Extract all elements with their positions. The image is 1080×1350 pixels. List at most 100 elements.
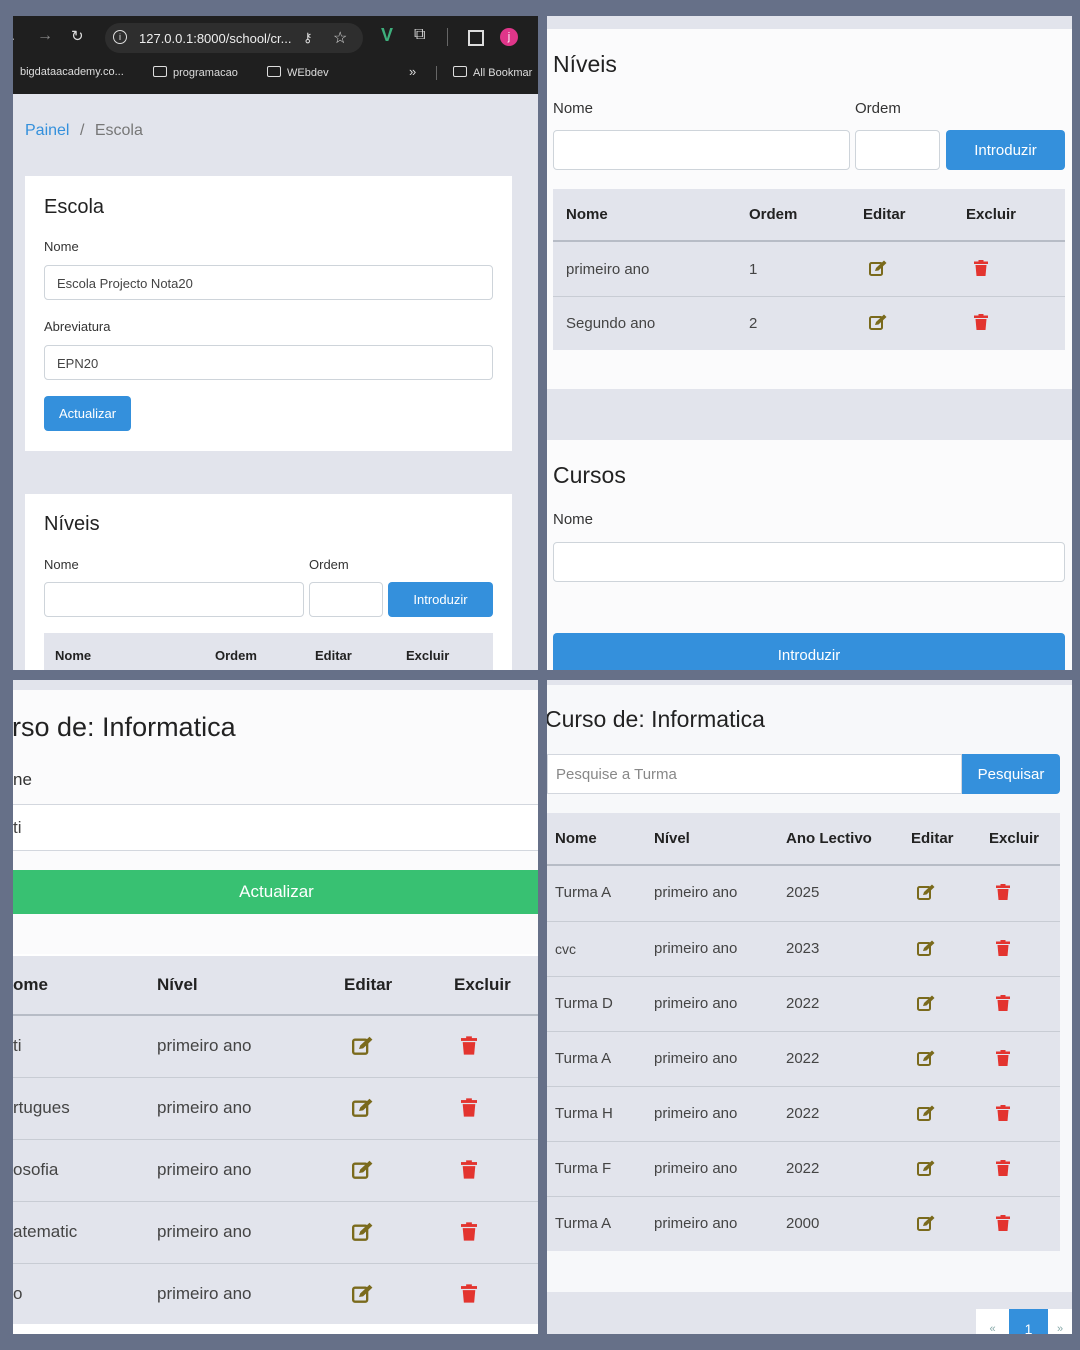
edit-icon[interactable]	[917, 995, 935, 1016]
trash-icon[interactable]	[996, 1215, 1010, 1236]
trash-icon[interactable]	[461, 1098, 477, 1122]
col-ano-lectivo: Ano Lectivo	[786, 830, 872, 847]
edit-icon[interactable]	[352, 1284, 373, 1308]
screenshot-turmas: Curso de: Informatica Pesquise a Turma P…	[547, 680, 1072, 1334]
turma-ano-cell: 2023	[786, 940, 820, 957]
pagination-area: « 1 »	[547, 1292, 1072, 1334]
escola-abreviatura-input[interactable]: EPN20	[44, 345, 493, 380]
edit-icon[interactable]	[917, 940, 935, 961]
introduzir-curso-button[interactable]: Introduzir	[553, 633, 1065, 670]
key-icon[interactable]: ⚷	[303, 30, 313, 46]
table-row: cvc primeiro ano 2023	[547, 922, 1060, 977]
pagination-next[interactable]: »	[1048, 1309, 1072, 1334]
nivel-ordem-input[interactable]	[309, 582, 383, 617]
nivel-nome-input[interactable]	[553, 130, 850, 170]
curso-nome-label: Nome	[553, 511, 594, 528]
abreviatura-label: Abreviatura	[44, 319, 111, 334]
nivel-ordem-cell: 2	[749, 315, 758, 332]
trash-icon[interactable]	[996, 940, 1010, 961]
star-icon[interactable]: ☆	[333, 28, 347, 48]
col-nivel: Nível	[157, 975, 198, 994]
trash-icon[interactable]	[461, 1222, 477, 1246]
turma-ano-cell: 2022	[786, 1050, 820, 1067]
turma-search-input[interactable]: Pesquise a Turma	[547, 754, 962, 794]
edit-icon[interactable]	[869, 314, 887, 335]
turma-ano-cell: 2022	[786, 1160, 820, 1177]
edit-icon[interactable]	[917, 884, 935, 905]
edit-icon[interactable]	[917, 1215, 935, 1236]
side-panel-icon[interactable]	[468, 30, 484, 46]
turma-ano-cell: 2025	[786, 884, 820, 901]
disciplina-nome-cell: o	[13, 1284, 23, 1303]
trash-icon[interactable]	[996, 995, 1010, 1016]
vue-extension-icon[interactable]: V	[381, 25, 393, 46]
trash-icon[interactable]	[974, 260, 988, 281]
table-row: Turma A primeiro ano 2025	[547, 866, 1060, 922]
profile-avatar[interactable]: j	[500, 28, 518, 46]
site-info-icon[interactable]: i	[113, 30, 127, 44]
breadcrumb-home[interactable]: Painel	[25, 122, 69, 139]
bookmark-all[interactable]: All Bookmar	[453, 66, 532, 79]
trash-icon[interactable]	[996, 1105, 1010, 1126]
pagination-page-1[interactable]: 1	[1009, 1309, 1048, 1334]
back-icon[interactable]: ·	[13, 30, 16, 46]
introduzir-nivel-button[interactable]: Introduzir	[946, 130, 1065, 170]
table-header-row: Nome Nível Ano Lectivo Editar Excluir	[547, 813, 1060, 866]
turma-nome-cell: Turma A	[555, 1215, 612, 1232]
forward-icon[interactable]: →	[37, 27, 53, 45]
niveis-card-large: Níveis Nome Ordem Introduzir Nome Ordem …	[547, 29, 1072, 389]
address-bar[interactable]: i 127.0.0.1:8000/school/cr... ⚷ ☆	[105, 23, 363, 53]
top-band	[13, 680, 538, 690]
pagination-prev[interactable]: «	[976, 1309, 1009, 1334]
edit-icon[interactable]	[352, 1160, 373, 1184]
introduzir-nivel-button[interactable]: Introduzir	[388, 582, 493, 617]
trash-icon[interactable]	[996, 1050, 1010, 1071]
actualizar-curso-button[interactable]: Actualizar	[13, 870, 538, 914]
bookmark-programacao[interactable]: programacao	[153, 66, 238, 79]
screenshot-escola: · → ↻ i 127.0.0.1:8000/school/cr... ⚷ ☆ …	[13, 16, 538, 670]
trash-icon[interactable]	[996, 884, 1010, 905]
pesquisar-button[interactable]: Pesquisar	[962, 754, 1060, 794]
actualizar-escola-button[interactable]: Actualizar	[44, 396, 131, 431]
escola-nome-input[interactable]: Escola Projecto Nota20	[44, 265, 493, 300]
turma-nivel-cell: primeiro ano	[654, 1105, 738, 1122]
turma-nome-cell: Turma A	[555, 1050, 612, 1067]
edit-icon[interactable]	[917, 1160, 935, 1181]
disciplina-nome-cell: osofia	[13, 1160, 59, 1179]
edit-icon[interactable]	[869, 260, 887, 281]
trash-icon[interactable]	[461, 1160, 477, 1184]
col-nivel: Nível	[654, 830, 690, 847]
nivel-ordem-input[interactable]	[855, 130, 940, 170]
extensions-icon[interactable]: ⧉	[414, 26, 425, 44]
reload-icon[interactable]: ↻	[71, 27, 84, 45]
trash-icon[interactable]	[996, 1160, 1010, 1181]
col-excluir: Excluir	[454, 975, 511, 994]
curso-nome-input[interactable]	[553, 542, 1065, 582]
edit-icon[interactable]	[352, 1036, 373, 1060]
edit-icon[interactable]	[917, 1105, 935, 1126]
bookmark-bigdata[interactable]: bigdataacademy.co...	[20, 66, 124, 78]
escola-title: Escola	[44, 196, 105, 218]
edit-icon[interactable]	[917, 1050, 935, 1071]
turma-nivel-cell: primeiro ano	[654, 940, 738, 957]
table-row: Turma F primeiro ano 2022	[547, 1142, 1060, 1197]
escola-abreviatura-value: EPN20	[57, 356, 99, 371]
turma-nome-cell: Turma F	[555, 1160, 612, 1177]
nivel-nome-input[interactable]	[44, 582, 304, 617]
trash-icon[interactable]	[974, 314, 988, 335]
edit-icon[interactable]	[352, 1098, 373, 1122]
col-editar: Editar	[344, 975, 393, 994]
screenshot-niveis-cursos: Níveis Nome Ordem Introduzir Nome Ordem …	[547, 16, 1072, 670]
col-nome: ome	[13, 975, 48, 994]
more-bookmarks-icon[interactable]: »	[409, 64, 416, 79]
bookmark-webdev[interactable]: WEbdev	[267, 66, 329, 79]
curso-nome-input[interactable]: ti	[13, 804, 538, 851]
trash-icon[interactable]	[461, 1036, 477, 1060]
edit-icon[interactable]	[352, 1222, 373, 1246]
turma-nivel-cell: primeiro ano	[654, 1050, 738, 1067]
search-placeholder: Pesquise a Turma	[556, 766, 677, 783]
trash-icon[interactable]	[461, 1284, 477, 1308]
turmas-table: Nome Nível Ano Lectivo Editar Excluir Tu…	[547, 813, 1060, 1251]
screenshot-curso-disciplinas: rso de: Informatica ne ti Actualizar ome…	[13, 680, 538, 1334]
browser-chrome: · → ↻ i 127.0.0.1:8000/school/cr... ⚷ ☆ …	[13, 16, 538, 94]
